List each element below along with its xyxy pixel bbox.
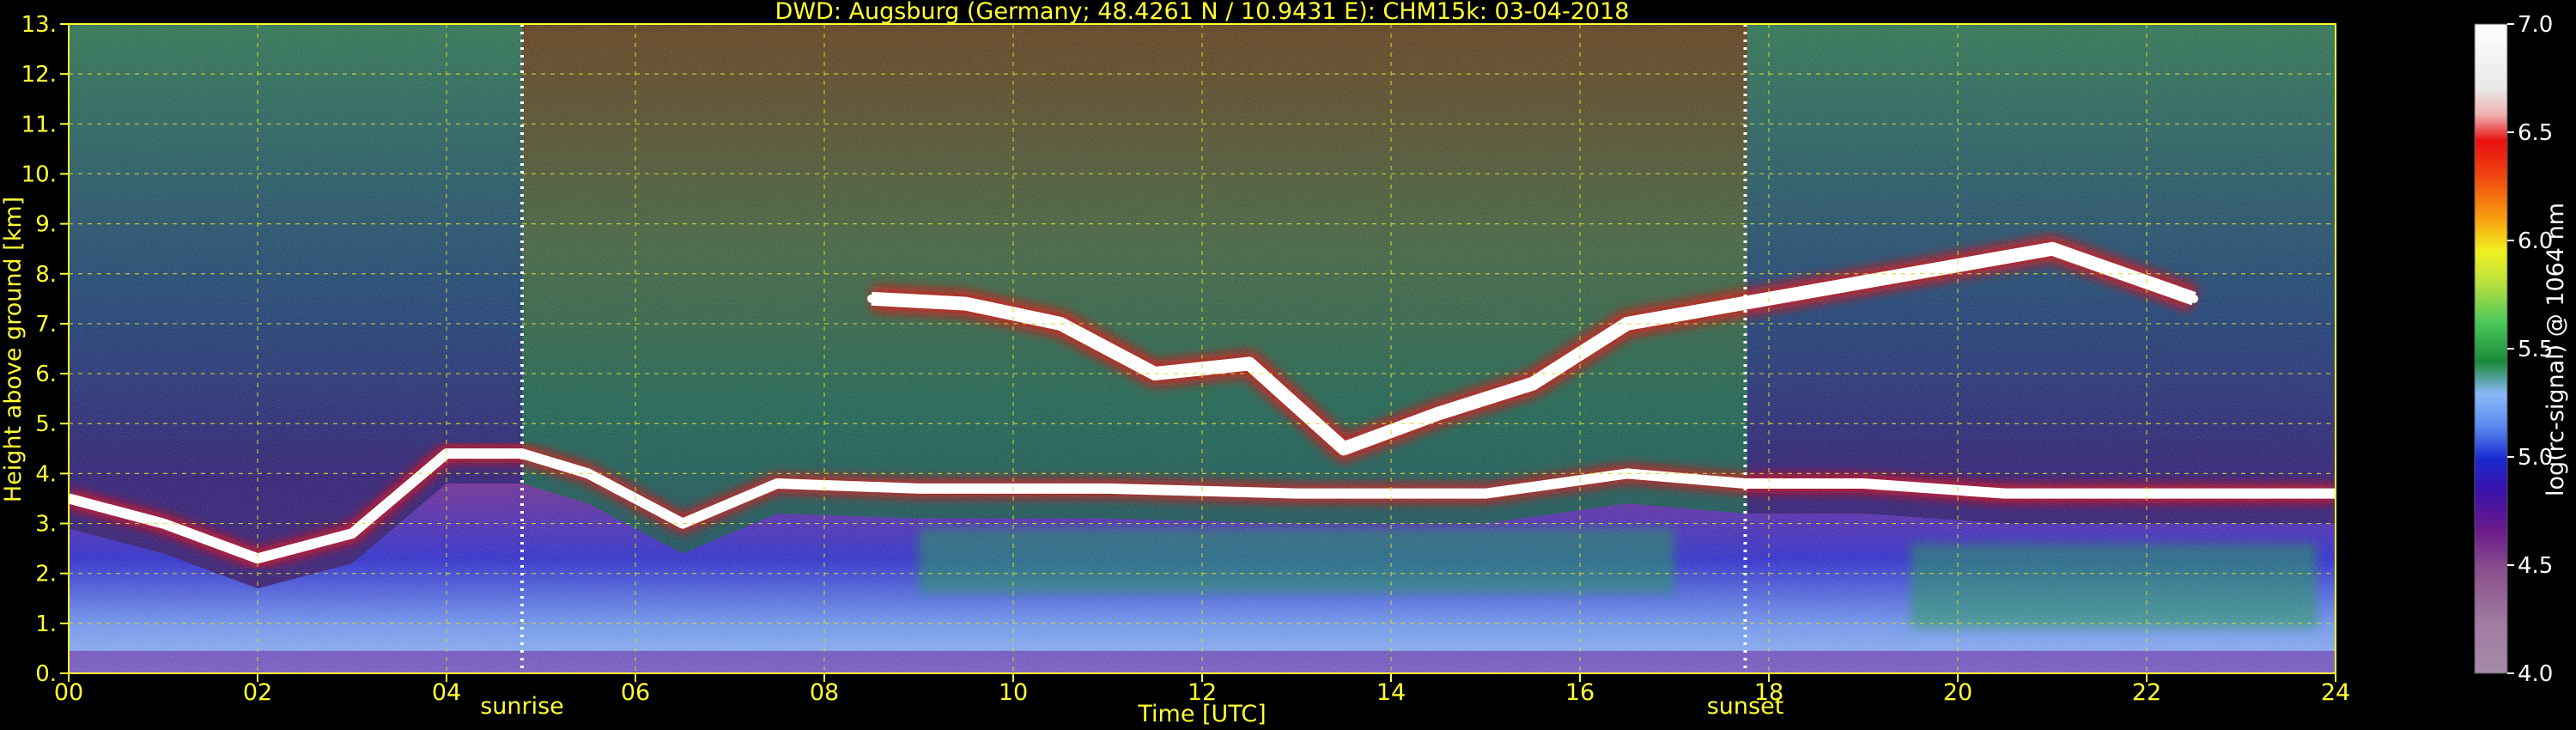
y-tick-label: 1.: [35, 611, 57, 637]
x-tick-label: 22: [2132, 679, 2161, 706]
colorbar-tick-label: 6.5: [2518, 120, 2553, 146]
y-tick-label: 11.: [21, 112, 57, 137]
colorbar: [2474, 23, 2508, 674]
x-tick-label: 20: [1943, 679, 1972, 706]
x-tick-label: 10: [999, 679, 1028, 706]
y-tick-label: 4.: [35, 461, 57, 487]
y-tick-label: 12.: [21, 62, 57, 88]
y-tick-label: 8.: [35, 262, 57, 288]
x-tick-label: 14: [1376, 679, 1406, 706]
ceilometer-figure: 0.1.2.3.4.5.6.7.8.9.10.11.12.13.00 02 04 06…: [0, 0, 2569, 727]
y-tick-label: 13.: [21, 12, 57, 38]
x-tick-label: 00: [54, 679, 83, 706]
y-tick-label: 3.: [35, 512, 57, 538]
y-tick-label: 10.: [21, 161, 57, 187]
x-tick-label: 16: [1565, 679, 1595, 706]
y-tick-label: 7.: [35, 312, 57, 338]
chart-title: DWD: Augsburg (Germany; 48.4261 N / 10.9…: [775, 0, 1630, 25]
colorbar-tick-label: 4.5: [2518, 553, 2553, 579]
x-tick-label: 04: [432, 679, 461, 706]
colorbar-label: log(rc-signal) @ 1064 nm: [2543, 203, 2569, 496]
y-axis-label: Height above ground [km]: [0, 197, 27, 502]
plot-area: [69, 24, 2336, 673]
y-tick-label: 2.: [35, 562, 57, 587]
x-tick-label: 24: [2321, 679, 2350, 706]
x-tick-label: 02: [243, 679, 272, 706]
colorbar-tick-label: 7.0: [2518, 12, 2553, 38]
x-tick-label: 06: [621, 679, 650, 706]
colorbar-tick-label: 4.0: [2518, 661, 2553, 687]
sunrise-label: sunrise: [480, 693, 564, 720]
x-axis-label: Time [UTC]: [1137, 701, 1266, 727]
y-tick-label: 9.: [35, 212, 57, 238]
y-tick-label: 6.: [35, 362, 57, 387]
y-tick-label: 5.: [35, 411, 57, 437]
x-tick-label: 08: [810, 679, 839, 706]
sunset-label: sunset: [1707, 693, 1784, 720]
